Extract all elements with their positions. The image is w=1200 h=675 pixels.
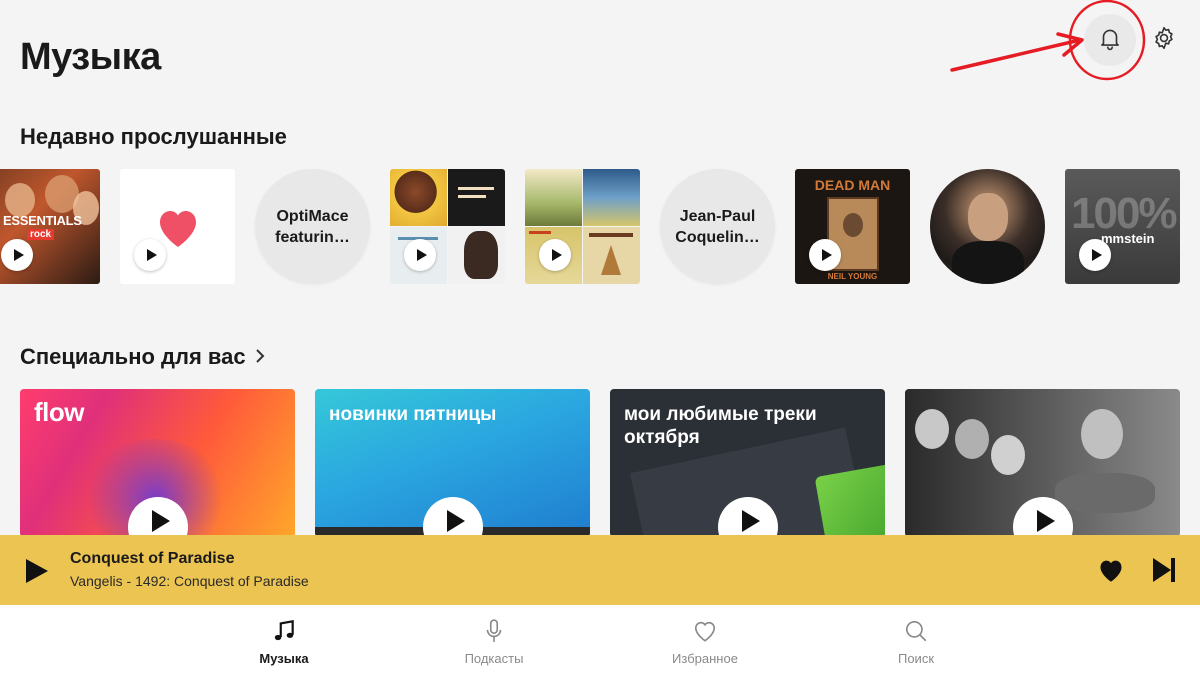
annotation-overlay [950,0,1146,81]
nav-item-podcasts[interactable]: Подкасты [434,605,554,675]
play-icon[interactable] [1079,239,1111,271]
jean-paul-label: Jean-Paul Coquelin… [675,207,760,246]
play-icon[interactable] [1,239,33,271]
card-favorites-title: мои любимые треки октября [624,404,817,448]
recent-tile-collage-1[interactable] [390,169,505,284]
heart-outline-icon [691,617,719,645]
recent-tile-rammstein[interactable]: 100% mmstein [1065,169,1180,284]
track-title: Conquest of Paradise [70,550,235,567]
dead-man-label: DEAD MAN [814,177,891,193]
album-art [525,169,582,226]
skip-next-icon [1151,558,1177,588]
optimace-label: OptiMace featurin… [275,207,350,246]
album-art [390,169,447,226]
chevron-right-icon [254,344,266,370]
nav-label-music: Музыка [259,651,309,666]
artist-photo [968,193,1008,241]
play-button[interactable] [423,497,483,537]
special-cards-row: flow новинки пятницы мои любимые треки о… [0,389,1200,537]
recent-tile-essentials-rock[interactable]: ESSENTIALS rock [0,169,100,284]
microphone-icon [480,617,508,645]
notifications-button[interactable] [1084,14,1136,66]
play-icon[interactable] [404,239,436,271]
recent-tile-liked[interactable] [120,169,235,284]
card-new-friday-title: новинки пятницы [329,404,497,425]
play-button[interactable] [22,557,50,585]
rammstein-label: mmstein [1101,231,1155,246]
recent-tile-collage-2[interactable] [525,169,640,284]
heart-icon [1097,560,1125,587]
page-title: Музыка [20,36,161,78]
nav-label-favorites: Избранное [672,651,738,666]
play-icon[interactable] [809,239,841,271]
play-icon[interactable] [539,239,571,271]
album-art [583,169,640,226]
nav-label-podcasts: Подкасты [464,651,524,666]
recent-section-title: Недавно прослушанные [20,124,287,149]
next-track-button[interactable] [1151,556,1177,584]
nav-item-search[interactable]: Поиск [856,605,976,675]
album-art [448,227,505,284]
settings-button[interactable] [1148,24,1180,56]
essentials-sub-label: rock [27,229,55,240]
bell-icon [1097,25,1123,56]
play-icon[interactable] [134,239,166,271]
nav-item-music[interactable]: Музыка [224,605,344,675]
essentials-label: ESSENTIALS [3,213,82,228]
bottom-nav: Музыка Подкасты Избранное Поиск [0,605,1200,675]
card-flow[interactable]: flow [20,389,295,537]
album-art [583,227,640,284]
nav-item-favorites[interactable]: Избранное [645,605,765,675]
gear-icon [1151,25,1177,56]
card-flow-title: flow [34,397,85,427]
recent-tile-jean-paul[interactable]: Jean-Paul Coquelin… [660,169,775,284]
card-favorites-october[interactable]: мои любимые треки октября [610,389,885,537]
special-section-title[interactable]: Специально для вас [20,344,266,370]
card-classic-rock[interactable] [905,389,1180,537]
dead-man-artist: NEIL YOUNG [827,272,878,281]
like-button[interactable] [1097,557,1125,583]
recent-tile-optimace[interactable]: OptiMace featurin… [255,169,370,284]
mini-player[interactable]: Conquest of Paradise Vangelis - 1492: Co… [0,535,1200,605]
special-section-label: Специально для вас [20,344,246,369]
recent-row: ESSENTIALS rock OptiMace featurin… Jean-… [0,169,1200,285]
search-icon [902,617,930,645]
music-note-icon [270,617,298,645]
recent-tile-dead-man[interactable]: DEAD MAN NEIL YOUNG [795,169,910,284]
card-new-friday[interactable]: новинки пятницы [315,389,590,537]
track-artist: Vangelis - 1492: Conquest of Paradise [70,573,309,589]
nav-label-search: Поиск [897,651,935,666]
album-art [448,169,505,226]
recent-tile-artist[interactable] [930,169,1045,284]
